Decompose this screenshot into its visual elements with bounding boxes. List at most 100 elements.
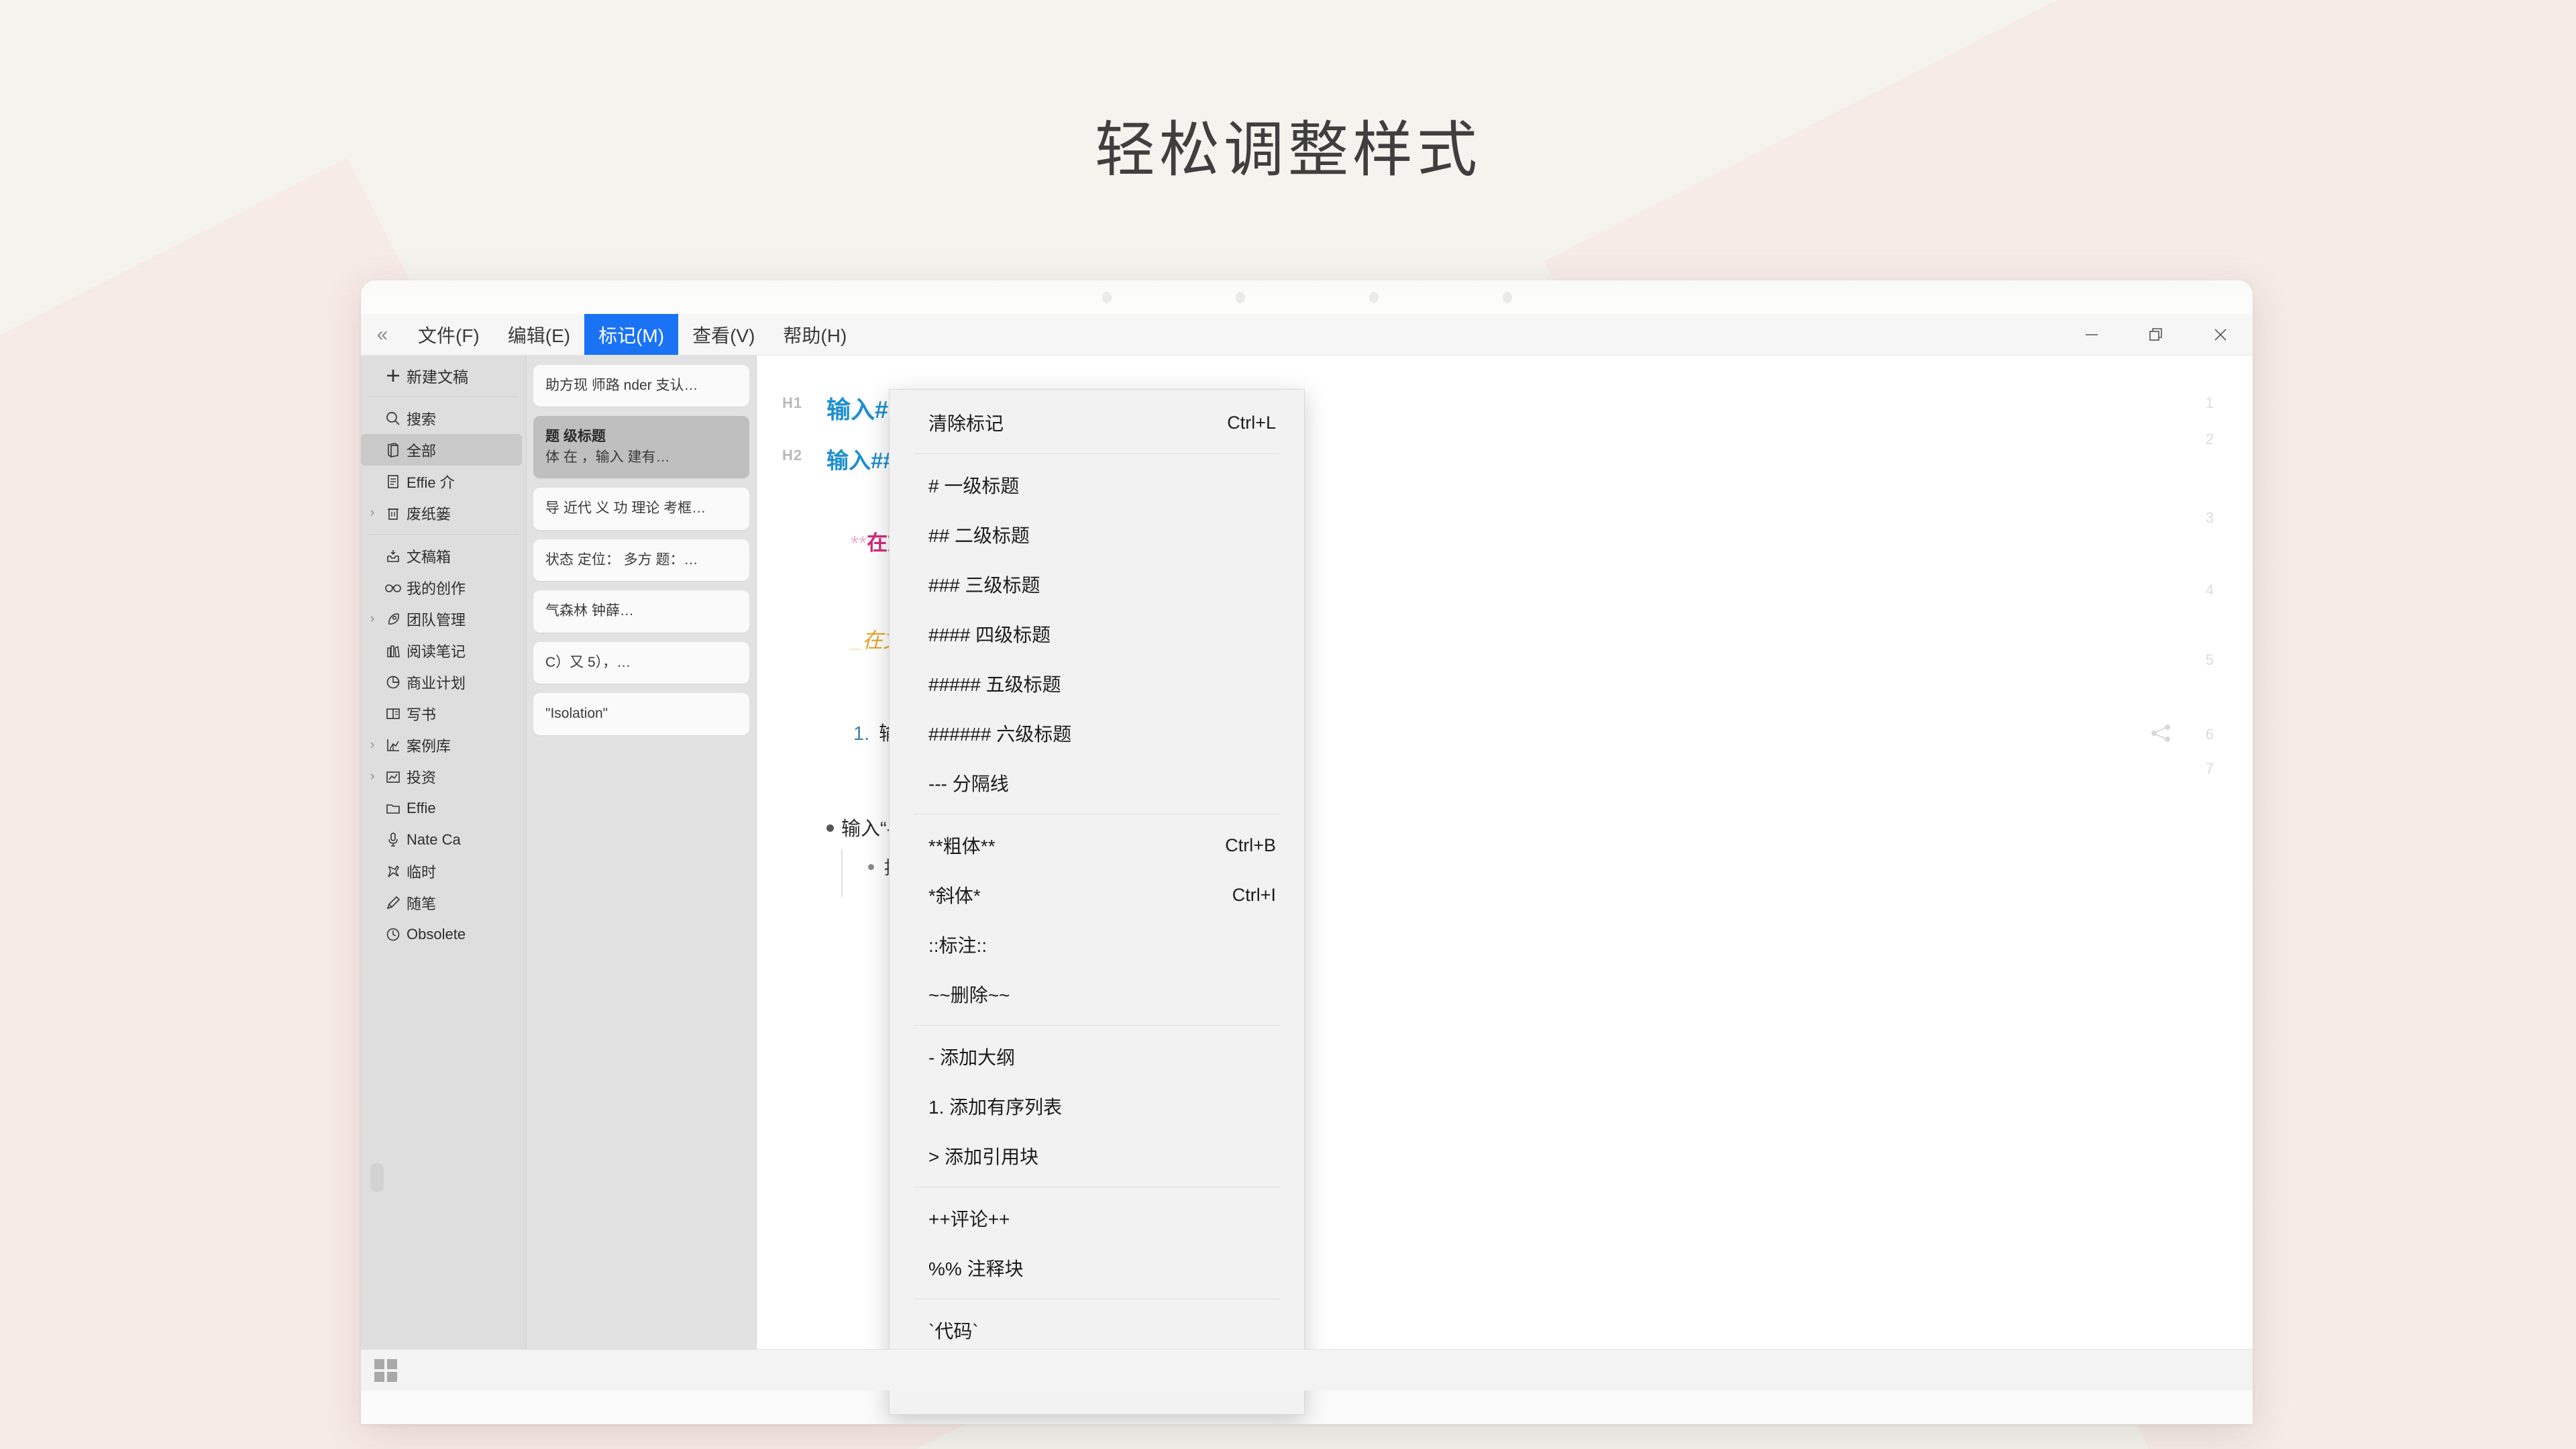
sidebar-item-my-creations[interactable]: 我的创作 <box>361 572 526 603</box>
menu-item-divider-rule[interactable]: --- 分隔线 <box>890 758 1304 808</box>
list-item-body: C）又 5），… <box>545 653 737 673</box>
pencil-icon <box>380 894 407 912</box>
titlebar: « 文件(F) 编辑(E) 标记(M) 查看(V) 帮助(H) <box>361 314 2253 356</box>
menu-item-label: ##### 五级标题 <box>928 670 1276 697</box>
menu-item-comment[interactable]: ++评论++ <box>890 1193 1304 1243</box>
sidebar-item-label: 全部 <box>407 439 436 461</box>
menu-item-label: 清除标记 <box>928 409 1227 436</box>
menu-item-add-blockquote[interactable]: > 添加引用块 <box>890 1131 1304 1181</box>
menu-mark[interactable]: 标记(M) <box>584 314 678 355</box>
sidebar-scrollbar-thumb[interactable] <box>370 1163 384 1192</box>
chevron-right-icon[interactable]: › <box>365 612 380 625</box>
sidebar-item-effie-intro[interactable]: Effie 介 <box>361 466 526 497</box>
sidebar-item-case-library[interactable]: › 案例库 <box>361 729 526 761</box>
menu-item-heading-1[interactable]: # 一级标题 <box>890 460 1304 510</box>
sidebar-item-label: 我的创作 <box>407 577 466 598</box>
sidebar-item-investment[interactable]: › 投资 <box>361 761 526 792</box>
windows-taskbar <box>361 1349 2253 1391</box>
menu-item-label: %% 注释块 <box>928 1254 1276 1281</box>
window-controls <box>2059 314 2253 355</box>
chevron-right-icon[interactable]: › <box>365 506 380 519</box>
pie-chart-icon <box>380 674 407 691</box>
sidebar-item-obsolete[interactable]: Obsolete <box>361 918 526 950</box>
menu-item-italic[interactable]: *斜体* Ctrl+I <box>890 870 1304 920</box>
sidebar-item-label: 随笔 <box>407 892 436 914</box>
restore-icon[interactable] <box>2124 314 2188 355</box>
sidebar-item-label: 搜索 <box>407 408 436 429</box>
line-number: 6 <box>2206 726 2214 743</box>
menu-item-label: ###### 六级标题 <box>928 720 1276 747</box>
sidebar-item-reading-notes[interactable]: 阅读笔记 <box>361 635 526 666</box>
menu-item-clear-marks[interactable]: 清除标记 Ctrl+L <box>890 398 1304 447</box>
menu-item-heading-4[interactable]: #### 四级标题 <box>890 609 1304 659</box>
list-item-body: 气森林 钟薛… <box>545 601 737 621</box>
plus-icon <box>380 367 407 384</box>
list-item-title: 题 级标题 <box>545 427 737 447</box>
menu-item-add-outline[interactable]: - 添加大纲 <box>890 1032 1304 1081</box>
menu-item-label: ## 二级标题 <box>928 521 1276 548</box>
menu-item-heading-6[interactable]: ###### 六级标题 <box>890 708 1304 758</box>
sidebar-item-label: 废纸篓 <box>407 502 451 524</box>
menu-edit[interactable]: 编辑(E) <box>494 314 584 355</box>
double-chevron-left-icon[interactable]: « <box>361 314 404 355</box>
list-item[interactable]: C）又 5），… <box>533 642 749 684</box>
glasses-icon <box>380 579 407 596</box>
menu-item-add-ordered-list[interactable]: 1. 添加有序列表 <box>890 1081 1304 1131</box>
sidebar-item-team-management[interactable]: › 团队管理 <box>361 603 526 635</box>
menu-file[interactable]: 文件(F) <box>404 314 494 355</box>
menu-item-heading-5[interactable]: ##### 五级标题 <box>890 659 1304 708</box>
sidebar-item-search[interactable]: 搜索 <box>361 402 526 434</box>
poster-canvas: 轻松调整样式 « 文件(F) 编辑(E) 标记(M) 查看(V) 帮助(H) <box>0 0 2576 1449</box>
menu-view[interactable]: 查看(V) <box>678 314 769 355</box>
sidebar-item-label: 写书 <box>407 703 436 724</box>
sidebar-item-drafts[interactable]: 文稿箱 <box>361 540 526 572</box>
close-icon[interactable] <box>2188 314 2253 355</box>
sidebar-item-effie[interactable]: Effie <box>361 792 526 824</box>
sidebar-item-all[interactable]: 全部 <box>361 434 522 466</box>
bezel-dot <box>1369 292 1379 303</box>
windows-logo-pane <box>387 1372 397 1382</box>
sidebar-item-label: 投资 <box>407 766 436 788</box>
share-branch-icon[interactable] <box>2149 723 2172 747</box>
menu-item-heading-3[interactable]: ### 三级标题 <box>890 559 1304 609</box>
list-item[interactable]: 导 近代 义 功 理论 考框… <box>533 488 749 529</box>
list-item[interactable]: 气森林 钟薛… <box>533 590 749 632</box>
menu-item-label: ::标注:: <box>928 931 1276 958</box>
folder-icon <box>380 800 407 817</box>
windows-logo-icon[interactable] <box>374 1359 397 1382</box>
app-body: 新建文稿 搜索 全部 <box>361 356 2253 1391</box>
minimize-icon[interactable] <box>2059 314 2124 355</box>
laptop-device-frame: « 文件(F) 编辑(E) 标记(M) 查看(V) 帮助(H) <box>361 280 2253 1424</box>
chevron-right-icon[interactable]: › <box>365 770 380 783</box>
list-item[interactable]: 题 级标题 体 在 ，输入 建有… <box>533 416 749 478</box>
sidebar-item-new-document[interactable]: 新建文稿 <box>361 360 526 391</box>
menu-item-strikethrough[interactable]: ~~删除~~ <box>890 969 1304 1019</box>
sidebar-item-essays[interactable]: 随笔 <box>361 887 526 918</box>
menu-item-annotation-block[interactable]: %% 注释块 <box>890 1243 1304 1293</box>
sidebar-item-business-plan[interactable]: 商业计划 <box>361 666 526 698</box>
sidebar-item-temporary[interactable]: 临时 <box>361 855 526 887</box>
menu-item-heading-2[interactable]: ## 二级标题 <box>890 510 1304 559</box>
list-item[interactable]: "Isolation" <box>533 693 749 735</box>
bezel-dot <box>1102 292 1112 303</box>
menu-item-highlight[interactable]: ::标注:: <box>890 920 1304 969</box>
menu-item-label: 1. 添加有序列表 <box>928 1093 1276 1120</box>
list-item-body: 助方现 师路 nder 支认… <box>545 376 737 396</box>
sidebar-item-nate-ca[interactable]: Nate Ca <box>361 824 526 855</box>
menu-item-shortcut: Ctrl+L <box>1227 413 1276 433</box>
windows-logo-pane <box>374 1359 384 1369</box>
sidebar-item-trash[interactable]: › 废纸篓 <box>361 497 526 529</box>
list-item[interactable]: 状态 定位： 多方 题：… <box>533 539 749 581</box>
menu-item-bold[interactable]: **粗体** Ctrl+B <box>890 820 1304 870</box>
line-number: 2 <box>2206 431 2214 448</box>
menu-item-inline-code[interactable]: `代码` <box>890 1305 1304 1355</box>
sidebar-item-write-book[interactable]: 写书 <box>361 698 526 729</box>
menu-item-label: ~~删除~~ <box>928 981 1276 1008</box>
menu-help[interactable]: 帮助(H) <box>769 314 861 355</box>
line-number: 7 <box>2206 760 2214 777</box>
menu-divider <box>914 453 1280 454</box>
bar-chart-icon <box>380 737 407 754</box>
chevron-right-icon[interactable]: › <box>365 739 380 751</box>
sidebar-divider <box>369 534 518 535</box>
list-item[interactable]: 助方现 师路 nder 支认… <box>533 365 749 407</box>
